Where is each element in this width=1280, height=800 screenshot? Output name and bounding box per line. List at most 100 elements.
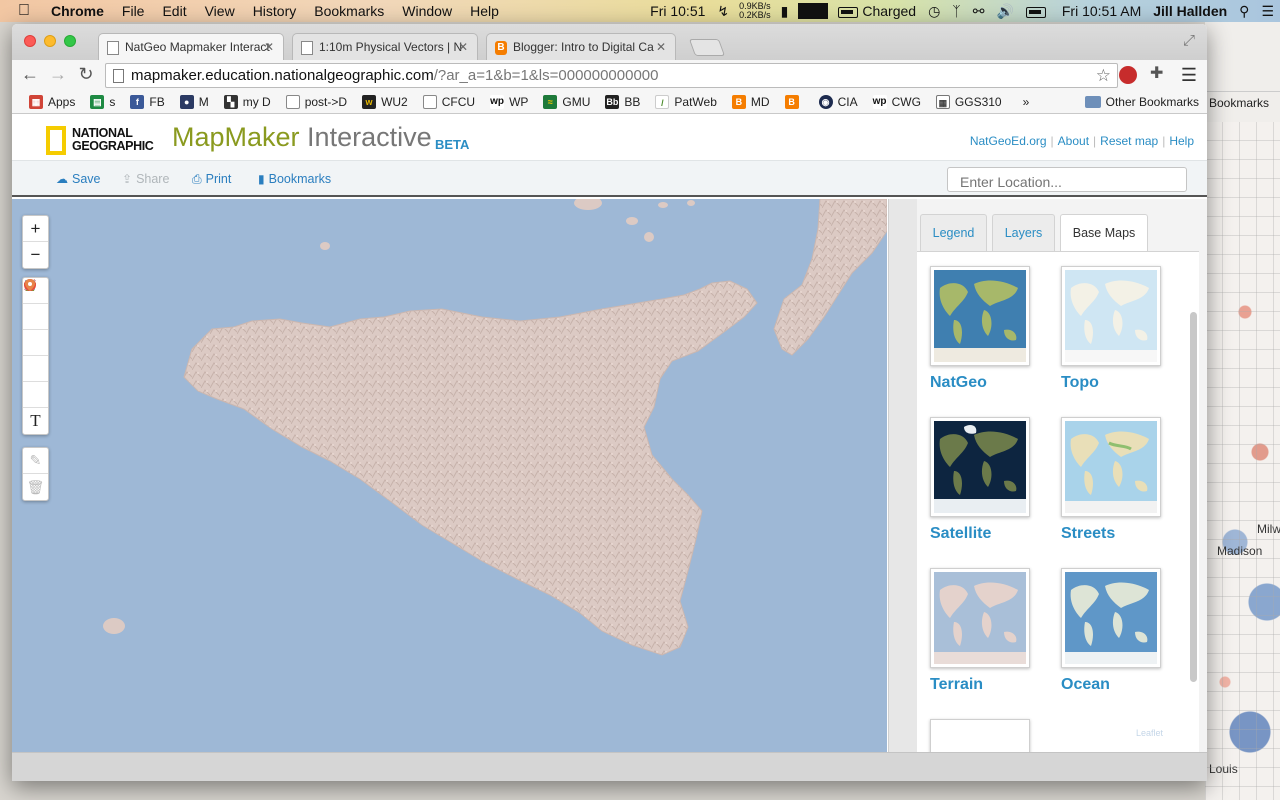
profile-icon: ●: [179, 94, 194, 109]
status-menus: Fri 10:51 ↯ 0.9KB/s 0.2KB/s ▮ Charged ◷ …: [644, 2, 1280, 20]
address-bar[interactable]: mapmaker.education.nationalgeographic.co…: [105, 63, 1118, 88]
bookmark-md[interactable]: B MD: [731, 94, 770, 109]
draw-polygon-icon[interactable]: [23, 279, 48, 330]
tab-close-icon[interactable]: ✕: [264, 40, 274, 54]
basemap-satellite[interactable]: Satellite: [930, 417, 1030, 543]
print-button[interactable]: ⎙ Print: [192, 172, 231, 187]
zoom-out-button[interactable]: −: [23, 242, 48, 268]
menu-window[interactable]: Window: [393, 3, 461, 19]
lightning-icon[interactable]: ↯: [711, 3, 735, 20]
bookmark-s[interactable]: ▤ s: [90, 94, 115, 109]
spotlight-search-icon[interactable]: ⚲: [1233, 3, 1255, 20]
forward-arrow-icon[interactable]: →: [46, 64, 70, 85]
tab-physical-vectors[interactable]: 1:10m Physical Vectors | N ✕: [292, 33, 478, 60]
tab-natgeo-mapmaker[interactable]: NatGeo Mapmaker Interact ✕: [98, 33, 284, 60]
cpu-graph[interactable]: [798, 3, 829, 19]
natgeo-logo[interactable]: NATIONAL GEOGRAPHIC: [46, 126, 154, 156]
link-natgeoed[interactable]: NatGeoEd.org: [970, 134, 1047, 148]
basemap-terrain[interactable]: Terrain: [930, 568, 1030, 694]
basemap-ocean[interactable]: Ocean: [1061, 568, 1161, 694]
trash-icon[interactable]: 🗑: [23, 474, 48, 500]
menu-edit[interactable]: Edit: [153, 3, 195, 19]
app-menu[interactable]: Chrome: [42, 3, 113, 19]
volume-icon[interactable]: 🔊: [990, 3, 1019, 20]
draw-circle-icon[interactable]: [23, 279, 48, 382]
reload-icon[interactable]: ↻: [74, 64, 98, 85]
tab-close-icon[interactable]: ✕: [656, 40, 666, 54]
tab-close-icon[interactable]: ✕: [458, 40, 468, 54]
basemap-topo[interactable]: Topo: [1061, 266, 1161, 392]
basemap-streets[interactable]: Streets: [1061, 417, 1161, 543]
link-help[interactable]: Help: [1169, 134, 1194, 148]
bookmark-patweb[interactable]: / PatWeb: [655, 94, 717, 109]
url-host: mapmaker.education.nationalgeographic.co…: [131, 67, 434, 84]
bookmark-fb[interactable]: f FB: [130, 94, 165, 109]
clock[interactable]: Fri 10:51 AM: [1056, 3, 1147, 19]
bookmark-cia[interactable]: ◉ CIA: [818, 94, 858, 109]
bookmark-wp[interactable]: wp WP: [490, 94, 528, 109]
bookmarks-button[interactable]: ▮ Bookmarks: [258, 172, 331, 186]
tab-base-maps[interactable]: Base Maps: [1060, 214, 1148, 252]
apple-menu-icon[interactable]: : [0, 2, 42, 20]
bookmark-star-icon[interactable]: ☆: [1096, 66, 1111, 86]
menu-view[interactable]: View: [196, 3, 244, 19]
extension-puzzle-icon[interactable]: ✚: [1150, 63, 1168, 82]
zoom-in-button[interactable]: +: [23, 216, 48, 242]
bookmark-blogger[interactable]: B: [784, 94, 804, 109]
bluetooth-icon[interactable]: ᛉ: [946, 3, 966, 19]
link-about[interactable]: About: [1058, 134, 1089, 148]
tab-blogger[interactable]: B Blogger: Intro to Digital Ca ✕: [486, 33, 676, 60]
bookmarks-overflow-chevron[interactable]: »: [1023, 95, 1030, 109]
menu-help[interactable]: Help: [461, 3, 508, 19]
new-tab-button[interactable]: [688, 39, 726, 56]
save-button[interactable]: ☁ Save: [56, 172, 101, 186]
bookmark-my-d[interactable]: ▚ my D: [223, 94, 271, 109]
draw-text-icon[interactable]: T: [23, 408, 48, 434]
network-meter[interactable]: 0.9KB/s 0.2KB/s: [735, 2, 775, 20]
user-menu[interactable]: Jill Hallden: [1147, 3, 1233, 19]
bookmark-gmu[interactable]: ≈ GMU: [543, 94, 590, 109]
window-close-button[interactable]: [24, 35, 36, 47]
net-down: 0.2KB/s: [739, 10, 771, 20]
bookmark-cwg[interactable]: wp CWG: [872, 94, 921, 109]
tab-layers[interactable]: Layers: [992, 214, 1055, 251]
bookmark-post-d[interactable]: post->D: [285, 94, 347, 109]
bookmark-wu2[interactable]: w WU2: [362, 94, 408, 109]
extension-stop-icon[interactable]: [1119, 66, 1137, 84]
battery-menu-icon[interactable]: [1020, 3, 1056, 19]
window-minimize-button[interactable]: [44, 35, 56, 47]
panel-scrollbar[interactable]: [1190, 312, 1197, 682]
menu-history[interactable]: History: [244, 3, 306, 19]
basemap-partial[interactable]: [930, 719, 1030, 752]
map-canvas[interactable]: + − T ✎ 🗑: [12, 199, 887, 752]
window-zoom-button[interactable]: [64, 35, 76, 47]
bookmark-cfcu[interactable]: CFCU: [422, 94, 475, 109]
menu-file[interactable]: File: [113, 3, 154, 19]
location-search-input[interactable]: [947, 167, 1187, 192]
bookmark-m[interactable]: ● M: [179, 94, 209, 109]
background-bookmarks-label: Bookmarks: [1209, 96, 1270, 110]
notification-center-icon[interactable]: ☰: [1255, 3, 1280, 20]
chrome-menu-icon[interactable]: ☰: [1181, 65, 1197, 86]
draw-rectangle-icon[interactable]: [23, 280, 48, 356]
other-bookmarks[interactable]: Other Bookmarks: [1084, 95, 1199, 109]
fullscreen-icon[interactable]: ⤢: [1183, 32, 1195, 49]
tab-legend[interactable]: Legend: [920, 214, 987, 251]
leaflet-attribution[interactable]: Leaflet: [1136, 728, 1163, 738]
memory-icon[interactable]: ▮: [775, 3, 795, 20]
basemap-natgeo[interactable]: NatGeo: [930, 266, 1030, 392]
time-machine-icon[interactable]: ◷: [922, 3, 946, 20]
menu-bookmarks[interactable]: Bookmarks: [305, 3, 393, 19]
aeolian-island: [687, 200, 695, 206]
bookmark-bb[interactable]: Bb BB: [605, 94, 640, 109]
battery-status[interactable]: Charged: [832, 3, 922, 19]
edit-icon[interactable]: ✎: [23, 448, 48, 474]
draw-marker-icon[interactable]: [23, 279, 48, 408]
back-arrow-icon[interactable]: ←: [18, 64, 42, 85]
bookmark-ggs310[interactable]: ▦ GGS310: [935, 94, 1002, 109]
wifi-icon[interactable]: ⚯: [967, 3, 991, 20]
share-button[interactable]: ⇪ Share: [122, 172, 169, 186]
link-reset-map[interactable]: Reset map: [1100, 134, 1158, 148]
clock-short[interactable]: Fri 10:51: [644, 3, 711, 19]
bookmark-apps[interactable]: ▦ Apps: [29, 94, 75, 109]
